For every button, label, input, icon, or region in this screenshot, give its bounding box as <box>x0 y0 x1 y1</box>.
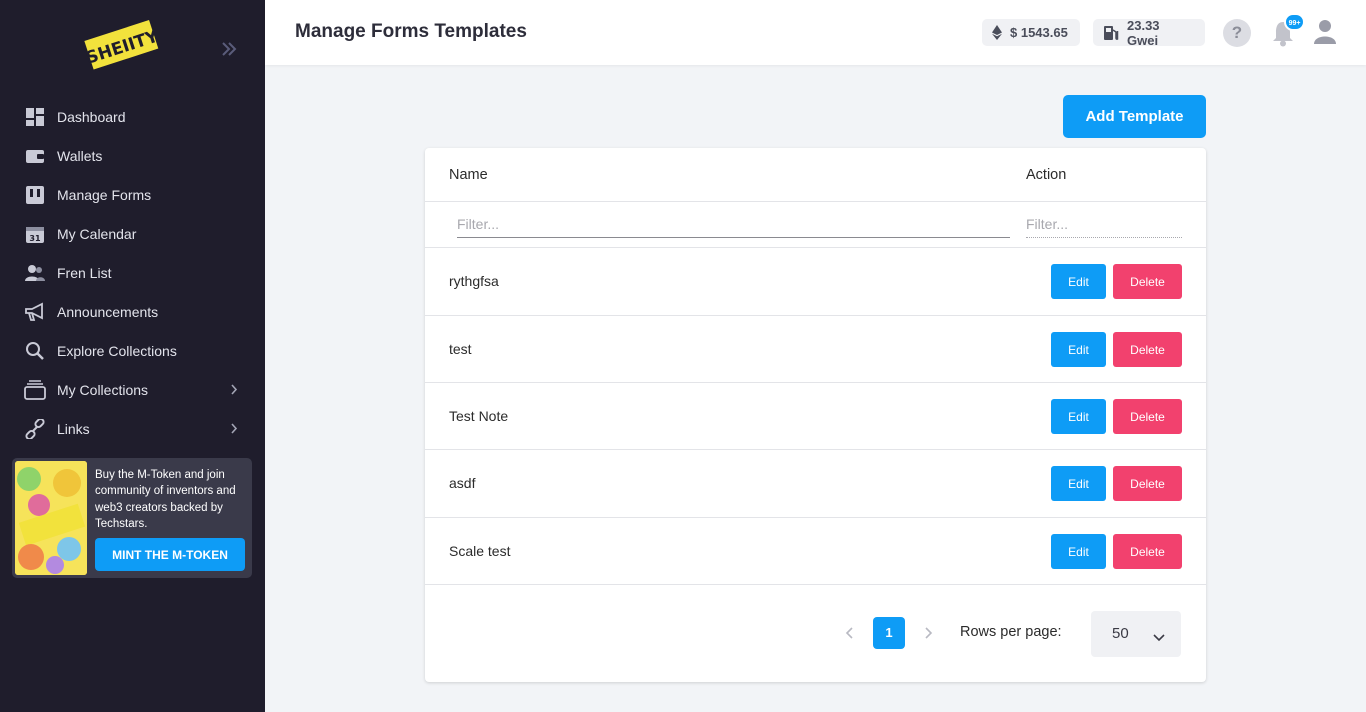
sidebar-item-label: Dashboard <box>57 108 126 125</box>
collapse-sidebar-icon[interactable] <box>219 40 239 58</box>
row-name: Scale test <box>449 543 511 559</box>
column-header-name[interactable]: Name <box>449 167 488 183</box>
mint-token-button[interactable]: MINT THE M-TOKEN <box>95 538 245 571</box>
sidebar-item-label: Fren List <box>57 264 112 281</box>
row-name: asdf <box>449 475 476 491</box>
sidebar-item-my-collections[interactable]: My Collections <box>0 370 265 409</box>
sidebar-item-explore-collections[interactable]: Explore Collections <box>0 331 265 370</box>
help-button[interactable]: ? <box>1223 19 1251 47</box>
gas-price-value: 23.33 Gwei <box>1127 17 1160 48</box>
row-name: test <box>449 341 472 357</box>
chevron-right-icon <box>229 422 239 435</box>
edit-button[interactable]: Edit <box>1051 399 1106 434</box>
collection-icon <box>24 379 46 401</box>
ethereum-icon <box>992 25 1002 40</box>
sidebar-item-links[interactable]: Links <box>0 409 265 448</box>
page-title: Manage Forms Templates <box>295 21 527 42</box>
dashboard-icon <box>24 106 46 128</box>
add-template-button[interactable]: Add Template <box>1063 95 1206 138</box>
sidebar-item-label: My Calendar <box>57 225 137 242</box>
table-row: Scale test Edit Delete <box>425 518 1206 585</box>
page-number-button[interactable]: 1 <box>873 617 905 649</box>
delete-button[interactable]: Delete <box>1113 264 1182 299</box>
gas-price-pill: 23.33 Gwei <box>1093 17 1205 48</box>
next-page-icon[interactable] <box>921 624 935 642</box>
previous-page-icon[interactable] <box>843 624 857 642</box>
sidebar-item-manage-forms[interactable]: Manage Forms <box>0 175 265 214</box>
sidebar-item-label: Manage Forms <box>57 186 152 203</box>
sidebar-item-label: Announcements <box>57 303 159 320</box>
edit-button[interactable]: Edit <box>1051 466 1106 501</box>
chevron-right-icon <box>229 383 239 396</box>
calendar-icon: 31 <box>24 223 46 245</box>
sidebar-item-dashboard[interactable]: Dashboard <box>0 97 265 136</box>
table-row: test Edit Delete <box>425 316 1206 383</box>
user-avatar-icon[interactable] <box>1313 19 1337 45</box>
sidebar-item-label: My Collections <box>57 381 149 398</box>
delete-button[interactable]: Delete <box>1113 466 1182 501</box>
rows-per-page-value: 50 <box>1112 625 1129 642</box>
rows-per-page-label: Rows per page: <box>960 624 1062 640</box>
templates-table: Name Action rythgfsa Edit Delete test Ed… <box>425 148 1206 682</box>
sidebar-item-my-calendar[interactable]: 31 My Calendar <box>0 214 265 253</box>
top-header: Manage Forms Templates $ 1543.65 23.33 G… <box>265 0 1366 65</box>
table-row: asdf Edit Delete <box>425 450 1206 517</box>
delete-button[interactable]: Delete <box>1113 332 1182 367</box>
promo-text: Buy the M-Token and join community of in… <box>95 469 236 530</box>
row-name: Test Note <box>449 408 509 424</box>
forms-icon <box>24 184 46 206</box>
column-header-action[interactable]: Action <box>1026 167 1066 183</box>
rows-per-page-select[interactable]: 50 <box>1091 611 1181 657</box>
eth-price-value: $ 1543.65 <box>1010 25 1068 40</box>
action-filter-input[interactable] <box>1026 210 1182 238</box>
svg-text:31: 31 <box>29 234 41 243</box>
promo-illustration <box>15 461 87 575</box>
link-icon <box>24 418 46 440</box>
row-divider <box>425 584 1206 585</box>
edit-button[interactable]: Edit <box>1051 332 1106 367</box>
gas-pump-icon <box>1103 25 1119 41</box>
eth-price-pill: $ 1543.65 <box>982 19 1080 46</box>
sidebar-item-label: Wallets <box>57 147 103 164</box>
sidebar: SHEIITY Dashboard Wallets Manage Forms 3… <box>0 0 265 712</box>
edit-button[interactable]: Edit <box>1051 264 1106 299</box>
table-row: rythgfsa Edit Delete <box>425 248 1206 315</box>
app-logo[interactable]: SHEIITY <box>82 16 162 78</box>
name-filter-input[interactable] <box>457 210 1010 238</box>
megaphone-icon <box>24 301 46 323</box>
header-divider <box>425 201 1206 202</box>
mint-token-promo: Buy the M-Token and join community of in… <box>12 458 252 578</box>
sidebar-nav: Dashboard Wallets Manage Forms 31 My Cal… <box>0 97 265 448</box>
delete-button[interactable]: Delete <box>1113 399 1182 434</box>
sidebar-item-announcements[interactable]: Announcements <box>0 292 265 331</box>
chevron-down-icon <box>1153 629 1165 642</box>
edit-button[interactable]: Edit <box>1051 534 1106 569</box>
users-icon <box>24 262 46 284</box>
notification-badge: 99+ <box>1284 13 1305 31</box>
search-icon <box>24 340 46 362</box>
row-name: rythgfsa <box>449 273 499 289</box>
sidebar-item-fren-list[interactable]: Fren List <box>0 253 265 292</box>
delete-button[interactable]: Delete <box>1113 534 1182 569</box>
sidebar-item-wallets[interactable]: Wallets <box>0 136 265 175</box>
wallet-icon <box>24 145 46 167</box>
table-row: Test Note Edit Delete <box>425 383 1206 450</box>
sidebar-item-label: Links <box>57 420 90 437</box>
sidebar-item-label: Explore Collections <box>57 342 177 359</box>
